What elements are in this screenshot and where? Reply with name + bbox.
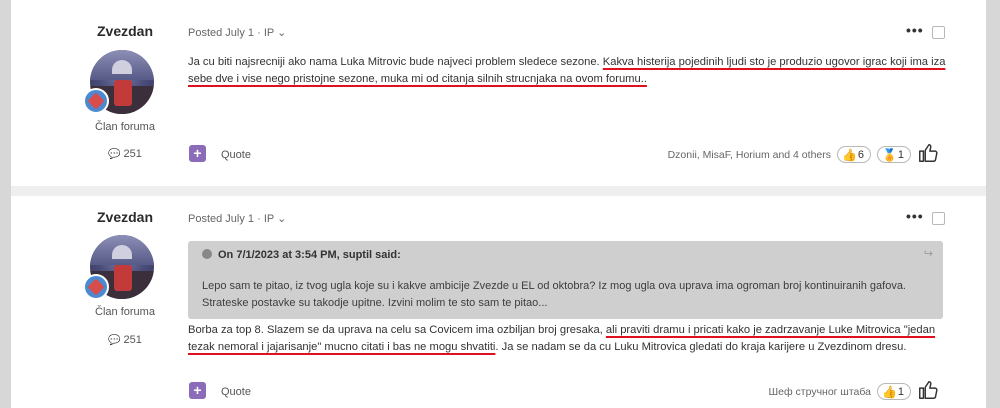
quote-button[interactable]: Quote bbox=[221, 386, 251, 398]
forum-post: Zvezdan Član foruma 💬 251 Posted July 1 ·… bbox=[11, 0, 986, 186]
reaction-medal[interactable]: 🏅 1 bbox=[877, 146, 911, 163]
post-count-value: 251 bbox=[123, 334, 142, 346]
forum-post: Zvezdan Član foruma 💬 251 Posted July 1 ·… bbox=[11, 196, 986, 408]
quote-button[interactable]: Quote bbox=[221, 149, 251, 161]
reactors-list[interactable]: Шеф стручног штаба bbox=[691, 386, 871, 398]
post-content: Ja cu biti najsrecniji ako nama Luka Mit… bbox=[188, 54, 948, 88]
multiquote-button[interactable]: + bbox=[189, 145, 206, 162]
more-options-icon[interactable]: ••• bbox=[906, 208, 924, 224]
select-post-checkbox[interactable] bbox=[932, 212, 945, 225]
quote-body: Lepo sam te pitao, iz tvog ugla koje su … bbox=[202, 280, 906, 309]
author-title: Član foruma bbox=[95, 121, 155, 133]
thumbs-up-icon: 👍 bbox=[842, 148, 857, 162]
reaction-count: 1 bbox=[897, 386, 904, 398]
rank-badge-icon bbox=[83, 274, 109, 300]
medal-icon: 🏅 bbox=[882, 148, 897, 162]
reaction-count: 1 bbox=[897, 149, 904, 161]
chat-bubble-icon: 💬 bbox=[108, 335, 121, 346]
rank-badge-icon bbox=[83, 88, 109, 114]
post-meta[interactable]: Posted July 1 · IP ⌄ bbox=[188, 26, 286, 39]
post-count: 💬 251 bbox=[75, 148, 175, 160]
quote-block: On 7/1/2023 at 3:54 PM, suptil said: ↪ L… bbox=[188, 241, 943, 319]
more-options-icon[interactable]: ••• bbox=[906, 22, 924, 38]
post-text: . Ja se nadam se da cu Luku Mitrovica gl… bbox=[495, 341, 907, 353]
forum-page: Zvezdan Član foruma 💬 251 Posted July 1 ·… bbox=[11, 0, 986, 408]
reaction-count: 6 bbox=[857, 149, 864, 161]
author-name[interactable]: Zvezdan bbox=[75, 23, 175, 39]
reactors-list[interactable]: Dzonii, MisaF, Horium and 4 others bbox=[631, 149, 831, 161]
author-title: Član foruma bbox=[95, 306, 155, 318]
post-content: Borba za top 8. Slazem se da uprava na c… bbox=[188, 322, 948, 356]
author-name[interactable]: Zvezdan bbox=[75, 209, 175, 225]
multiquote-button[interactable]: + bbox=[189, 382, 206, 399]
post-count: 💬 251 bbox=[75, 334, 175, 346]
chat-bubble-icon: 💬 bbox=[108, 149, 121, 160]
post-text: Borba za top 8. Slazem se da uprava na c… bbox=[188, 324, 606, 336]
share-icon[interactable]: ↪ bbox=[924, 247, 933, 260]
post-divider bbox=[11, 186, 986, 196]
thumbs-up-icon: 👍 bbox=[882, 385, 897, 399]
quote-arrow-icon bbox=[202, 249, 212, 259]
like-icon[interactable] bbox=[917, 379, 939, 407]
post-count-value: 251 bbox=[123, 148, 142, 160]
post-meta[interactable]: Posted July 1 · IP ⌄ bbox=[188, 212, 286, 225]
reaction-thumbs-up[interactable]: 👍 6 bbox=[837, 146, 871, 163]
select-post-checkbox[interactable] bbox=[932, 26, 945, 39]
post-text: Ja cu biti najsrecniji ako nama Luka Mit… bbox=[188, 56, 603, 68]
quote-header[interactable]: On 7/1/2023 at 3:54 PM, suptil said: bbox=[202, 249, 401, 261]
like-icon[interactable] bbox=[917, 142, 939, 170]
quote-header-text: On 7/1/2023 at 3:54 PM, suptil said: bbox=[218, 249, 401, 261]
reaction-thumbs-up[interactable]: 👍 1 bbox=[877, 383, 911, 400]
